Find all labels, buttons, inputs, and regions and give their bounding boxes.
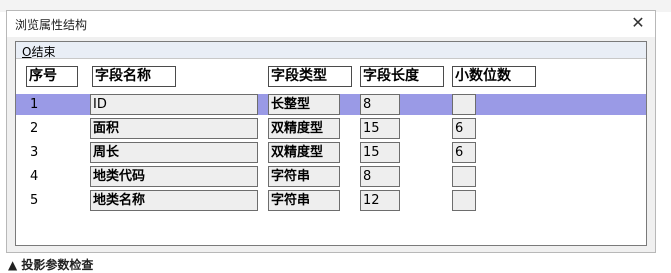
close-button[interactable]: ✕ [624,12,652,32]
field-name-cell[interactable]: 面积 [90,118,258,139]
field-type-cell[interactable]: 长整型 [268,94,340,115]
decimals-cell[interactable] [452,166,476,187]
column-header-decimals: 小数位数 [452,66,536,87]
field-type-cell[interactable]: 双精度型 [268,142,340,163]
row-index: 1 [30,97,39,112]
column-header-field-length: 字段长度 [360,66,444,87]
menu-bar: O结束 [16,42,646,59]
field-name-cell[interactable]: 地类名称 [90,190,258,211]
field-name-cell[interactable]: 地类代码 [90,166,258,187]
field-length-cell[interactable]: 8 [360,94,400,115]
close-icon: ✕ [631,12,645,32]
decimals-cell[interactable]: 6 [452,142,476,163]
field-type-cell[interactable]: 字符串 [268,190,340,211]
menu-end-label: 结束 [31,45,56,59]
column-header-field-type: 字段类型 [268,66,352,87]
column-header-index: 序号 [26,66,78,87]
field-type-cell[interactable]: 字符串 [268,166,340,187]
field-length-cell[interactable]: 15 [360,142,400,163]
field-name-cell[interactable]: ID [90,94,258,115]
decimals-cell[interactable] [452,94,476,115]
row-index: 5 [30,193,39,208]
row-index: 2 [30,121,39,136]
footer-heading: ▲ 投影参数检查 [8,258,94,272]
column-header-field-name: 字段名称 [92,66,176,87]
title-bar: 浏览属性结构 ✕ [7,11,655,37]
structure-panel: O结束 序号 字段名称 字段类型 字段长度 小数位数 1 ID 长整型 8 2 … [15,41,647,246]
dialog-title: 浏览属性结构 [15,18,88,32]
row-index: 3 [30,145,39,160]
decimals-cell[interactable] [452,190,476,211]
menu-end[interactable]: O结束 [22,43,55,60]
decimals-cell[interactable]: 6 [452,118,476,139]
field-length-cell[interactable]: 8 [360,166,400,187]
field-length-cell[interactable]: 15 [360,118,400,139]
field-length-cell[interactable]: 12 [360,190,400,211]
field-type-cell[interactable]: 双精度型 [268,118,340,139]
row-index: 4 [30,169,39,184]
field-name-cell[interactable]: 周长 [90,142,258,163]
attribute-structure-dialog: 浏览属性结构 ✕ O结束 序号 字段名称 字段类型 字段长度 小数位数 1 ID… [6,10,656,253]
